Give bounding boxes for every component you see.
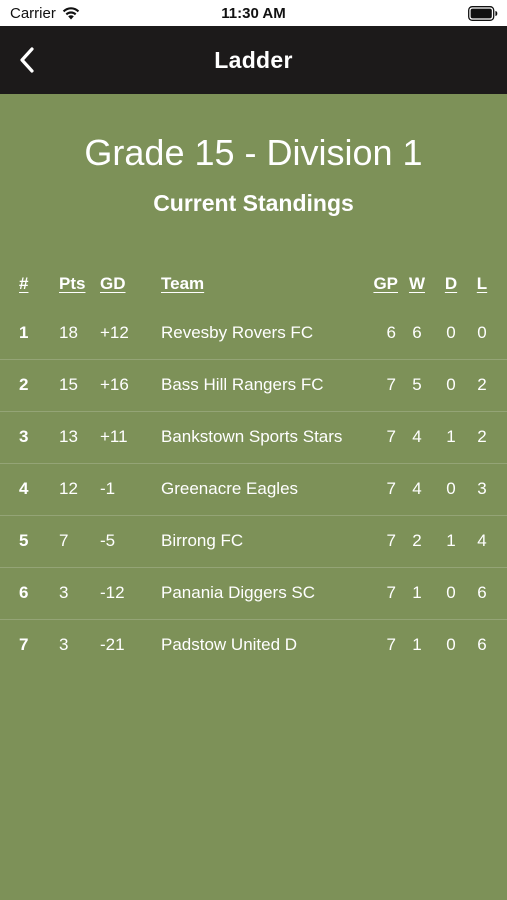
row-goal-difference: -5 (100, 531, 116, 550)
row-draws: 0 (446, 375, 456, 394)
header-position[interactable]: # (19, 260, 28, 308)
row-wins: 5 (412, 375, 422, 394)
row-points: 3 (59, 583, 69, 602)
row-losses: 3 (477, 479, 487, 498)
table-row[interactable]: 2 15 +16 Bass Hill Rangers FC 7 5 0 2 (0, 360, 507, 412)
row-position: 2 (19, 375, 29, 394)
row-games-played: 7 (386, 375, 396, 394)
row-games-played: 7 (386, 479, 396, 498)
row-draws: 0 (446, 479, 456, 498)
row-wins: 1 (412, 635, 422, 654)
row-wins: 1 (412, 583, 422, 602)
header-goal-difference[interactable]: GD (100, 260, 126, 308)
row-wins: 2 (412, 531, 422, 550)
ladder-table: # Pts GD Team GP W D L 1 18 +12 Revesby … (0, 260, 507, 671)
row-goal-difference: +11 (100, 427, 128, 446)
row-losses: 0 (477, 323, 487, 342)
row-goal-difference: +16 (100, 375, 129, 394)
row-losses: 6 (477, 583, 487, 602)
table-row[interactable]: 7 3 -21 Padstow United D 7 1 0 6 (0, 620, 507, 671)
row-draws: 0 (446, 323, 456, 342)
row-draws: 1 (446, 531, 456, 550)
table-header: # Pts GD Team GP W D L (0, 260, 507, 308)
status-bar: Carrier 11:30 AM (0, 0, 507, 26)
row-position: 6 (19, 583, 29, 602)
row-points: 12 (59, 479, 78, 498)
header-points[interactable]: Pts (59, 260, 85, 308)
table-row[interactable]: 6 3 -12 Panania Diggers SC 7 1 0 6 (0, 568, 507, 620)
row-draws: 1 (446, 427, 456, 446)
row-losses: 4 (477, 531, 487, 550)
table-row[interactable]: 3 13 +11 Bankstown Sports Stars 7 4 1 2 (0, 412, 507, 464)
row-position: 7 (19, 635, 29, 654)
row-goal-difference: -12 (100, 583, 125, 602)
row-draws: 0 (446, 635, 456, 654)
battery-icon (468, 6, 498, 21)
row-position: 1 (19, 323, 29, 342)
row-games-played: 7 (386, 531, 396, 550)
table-row[interactable]: 5 7 -5 Birrong FC 7 2 1 4 (0, 516, 507, 568)
header-draws[interactable]: D (441, 260, 461, 308)
header-team[interactable]: Team (161, 260, 204, 308)
row-team: Greenacre Eagles (161, 479, 299, 498)
row-points: 13 (59, 427, 78, 446)
row-team: Panania Diggers SC (161, 583, 316, 602)
row-wins: 6 (412, 323, 422, 342)
header-wins[interactable]: W (407, 260, 427, 308)
row-goal-difference: -21 (100, 635, 125, 654)
row-games-played: 6 (386, 323, 396, 342)
row-goal-difference: -1 (100, 479, 116, 498)
row-team: Revesby Rovers FC (161, 323, 314, 342)
row-team: Bass Hill Rangers FC (161, 375, 324, 394)
row-games-played: 7 (386, 583, 396, 602)
header-losses[interactable]: L (472, 260, 492, 308)
page-subtitle: Current Standings (153, 190, 354, 216)
row-points: 15 (59, 375, 78, 394)
navigation-bar: Ladder (0, 26, 507, 94)
header-games-played[interactable]: GP (372, 260, 398, 308)
row-points: 3 (59, 635, 69, 654)
row-losses: 2 (477, 427, 487, 446)
row-draws: 0 (446, 583, 456, 602)
row-losses: 6 (477, 635, 487, 654)
row-team: Bankstown Sports Stars (161, 427, 343, 446)
row-wins: 4 (412, 427, 422, 446)
row-position: 5 (19, 531, 29, 550)
row-goal-difference: +12 (100, 323, 129, 342)
nav-title: Ladder (214, 47, 293, 73)
row-team: Padstow United D (161, 635, 298, 654)
row-losses: 2 (477, 375, 487, 394)
status-time: 11:30 AM (221, 5, 286, 22)
row-points: 7 (59, 531, 69, 550)
table-row[interactable]: 1 18 +12 Revesby Rovers FC 6 6 0 0 (0, 308, 507, 360)
page-title: Grade 15 - Division 1 (84, 132, 423, 173)
row-games-played: 7 (386, 427, 396, 446)
row-position: 4 (19, 479, 29, 498)
row-points: 18 (59, 323, 78, 342)
row-wins: 4 (412, 479, 422, 498)
row-games-played: 7 (386, 635, 396, 654)
row-position: 3 (19, 427, 29, 446)
table-row[interactable]: 4 12 -1 Greenacre Eagles 7 4 0 3 (0, 464, 507, 516)
row-team: Birrong FC (161, 531, 244, 550)
